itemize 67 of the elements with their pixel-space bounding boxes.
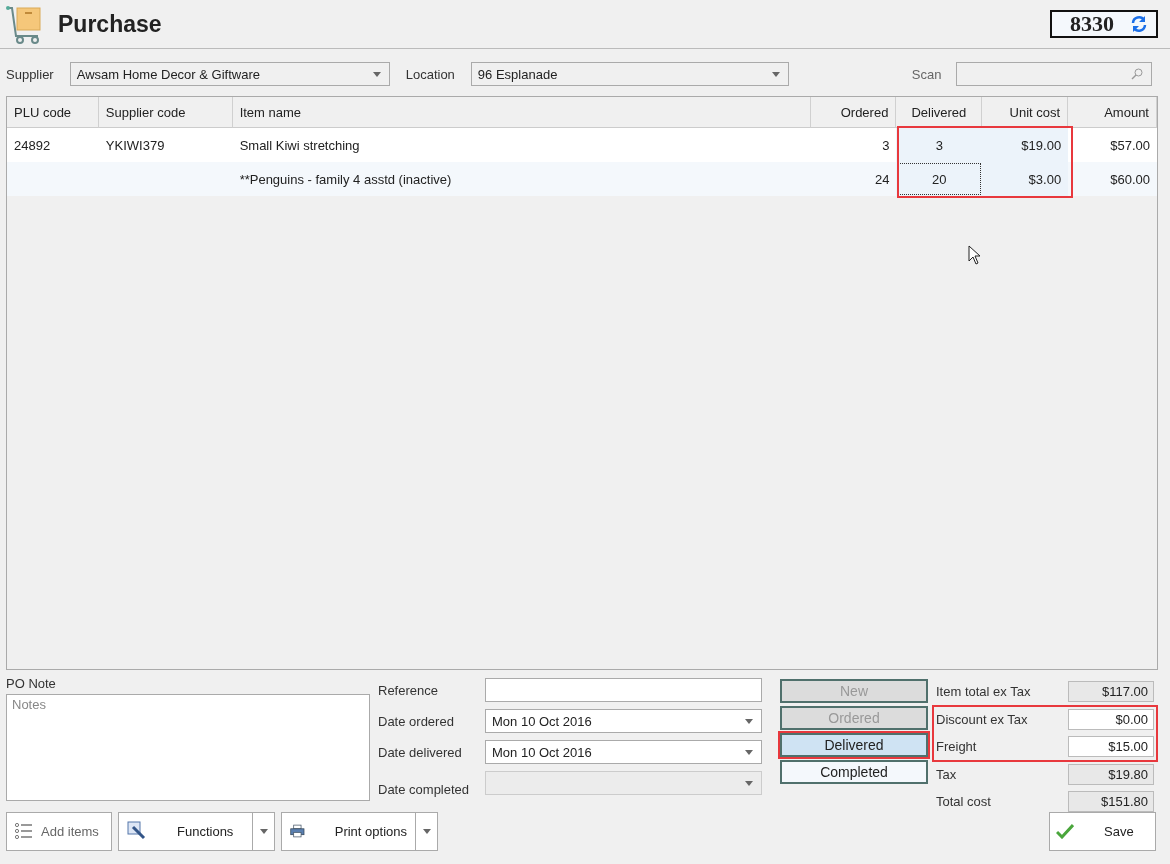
date-dropdown[interactable]: Mon 10 Oct 2016 (485, 740, 762, 764)
field-label: Date completed (378, 781, 471, 797)
location-dropdown[interactable]: 96 Esplanade (470, 62, 789, 86)
table-cell-text: 24892 (13, 136, 52, 155)
page-title: Purchase (58, 10, 163, 38)
table-cell[interactable]: $19.00 (982, 128, 1069, 162)
table-cell-text: $57.00 (1109, 136, 1151, 155)
status-button[interactable]: Delivered (780, 733, 928, 757)
wrench-icon (127, 821, 147, 841)
field-label: Reference (378, 682, 439, 698)
column-header[interactable]: Supplier code (98, 97, 233, 128)
table-cell[interactable]: 20 (896, 162, 983, 196)
table-cell-text: 3 (881, 136, 891, 155)
column-header[interactable]: PLU code (7, 97, 99, 128)
table-cell-text: 24 (873, 170, 891, 189)
total-label: Tax (936, 767, 957, 783)
caret-icon (745, 749, 753, 755)
date-dropdown[interactable]: Mon 10 Oct 2016 (485, 709, 762, 733)
po-note-label: PO Note (6, 676, 56, 691)
total-label: Discount ex Tax (936, 712, 1028, 728)
table-cell-text: Small Kiwi stretching (238, 136, 361, 155)
table-cell[interactable]: 3 (896, 128, 983, 162)
toolbar-button[interactable]: Add items (6, 811, 112, 851)
caret-icon (745, 718, 753, 724)
supplier-dropdown[interactable]: Awsam Home Decor & Giftware (69, 62, 390, 86)
total-label: Freight (936, 738, 977, 754)
mouse-pointer-icon (968, 245, 981, 265)
column-header[interactable]: Ordered (810, 97, 897, 128)
total-label: Total cost (936, 793, 991, 809)
refresh-icon[interactable] (1130, 15, 1148, 33)
dropdown-button[interactable] (253, 811, 275, 851)
printer-icon (290, 822, 305, 840)
total-value: $117.00 (1068, 680, 1154, 702)
toolbar-button[interactable]: Functions (118, 811, 253, 851)
caret-icon (259, 828, 268, 834)
input-field[interactable] (485, 678, 762, 702)
scan-field[interactable] (955, 62, 1152, 86)
total-value: $151.80 (1068, 790, 1154, 812)
supplier-label: Supplier (6, 66, 54, 82)
field-label: Date ordered (378, 713, 455, 729)
toolbar-button[interactable]: Print options (281, 811, 416, 851)
table-cell[interactable]: $3.00 (982, 162, 1069, 196)
checkmark-icon (1056, 823, 1074, 839)
column-header[interactable]: Delivered (896, 97, 983, 128)
caret-icon (745, 780, 753, 786)
table-cell-text: YKIWI379 (104, 136, 166, 155)
location-label: Location (405, 66, 455, 82)
order-number: 8330 (1070, 11, 1114, 37)
shopping-cart-icon (6, 4, 44, 44)
caret-icon (771, 71, 780, 77)
input-field[interactable]: $15.00 (1068, 735, 1154, 757)
field-label: Date delivered (378, 744, 463, 760)
input-field[interactable]: $0.00 (1068, 709, 1154, 731)
scan-label: Scan (911, 66, 942, 82)
total-value: $19.80 (1068, 764, 1154, 786)
table-cell-text: **Penguins - family 4 asstd (inactive) (238, 170, 453, 189)
status-button[interactable]: Completed (780, 760, 928, 784)
table-cell-text: $60.00 (1109, 170, 1151, 189)
search-icon (1130, 68, 1143, 80)
column-header[interactable]: Item name (232, 97, 811, 128)
save-button[interactable]: Save (1049, 811, 1156, 851)
notes-field[interactable]: Notes (6, 694, 370, 801)
dropdown-button[interactable] (416, 811, 438, 851)
list-icon (15, 823, 33, 839)
caret-icon (422, 828, 431, 834)
total-label: Item total ex Tax (936, 683, 1031, 699)
caret-icon (372, 71, 381, 77)
